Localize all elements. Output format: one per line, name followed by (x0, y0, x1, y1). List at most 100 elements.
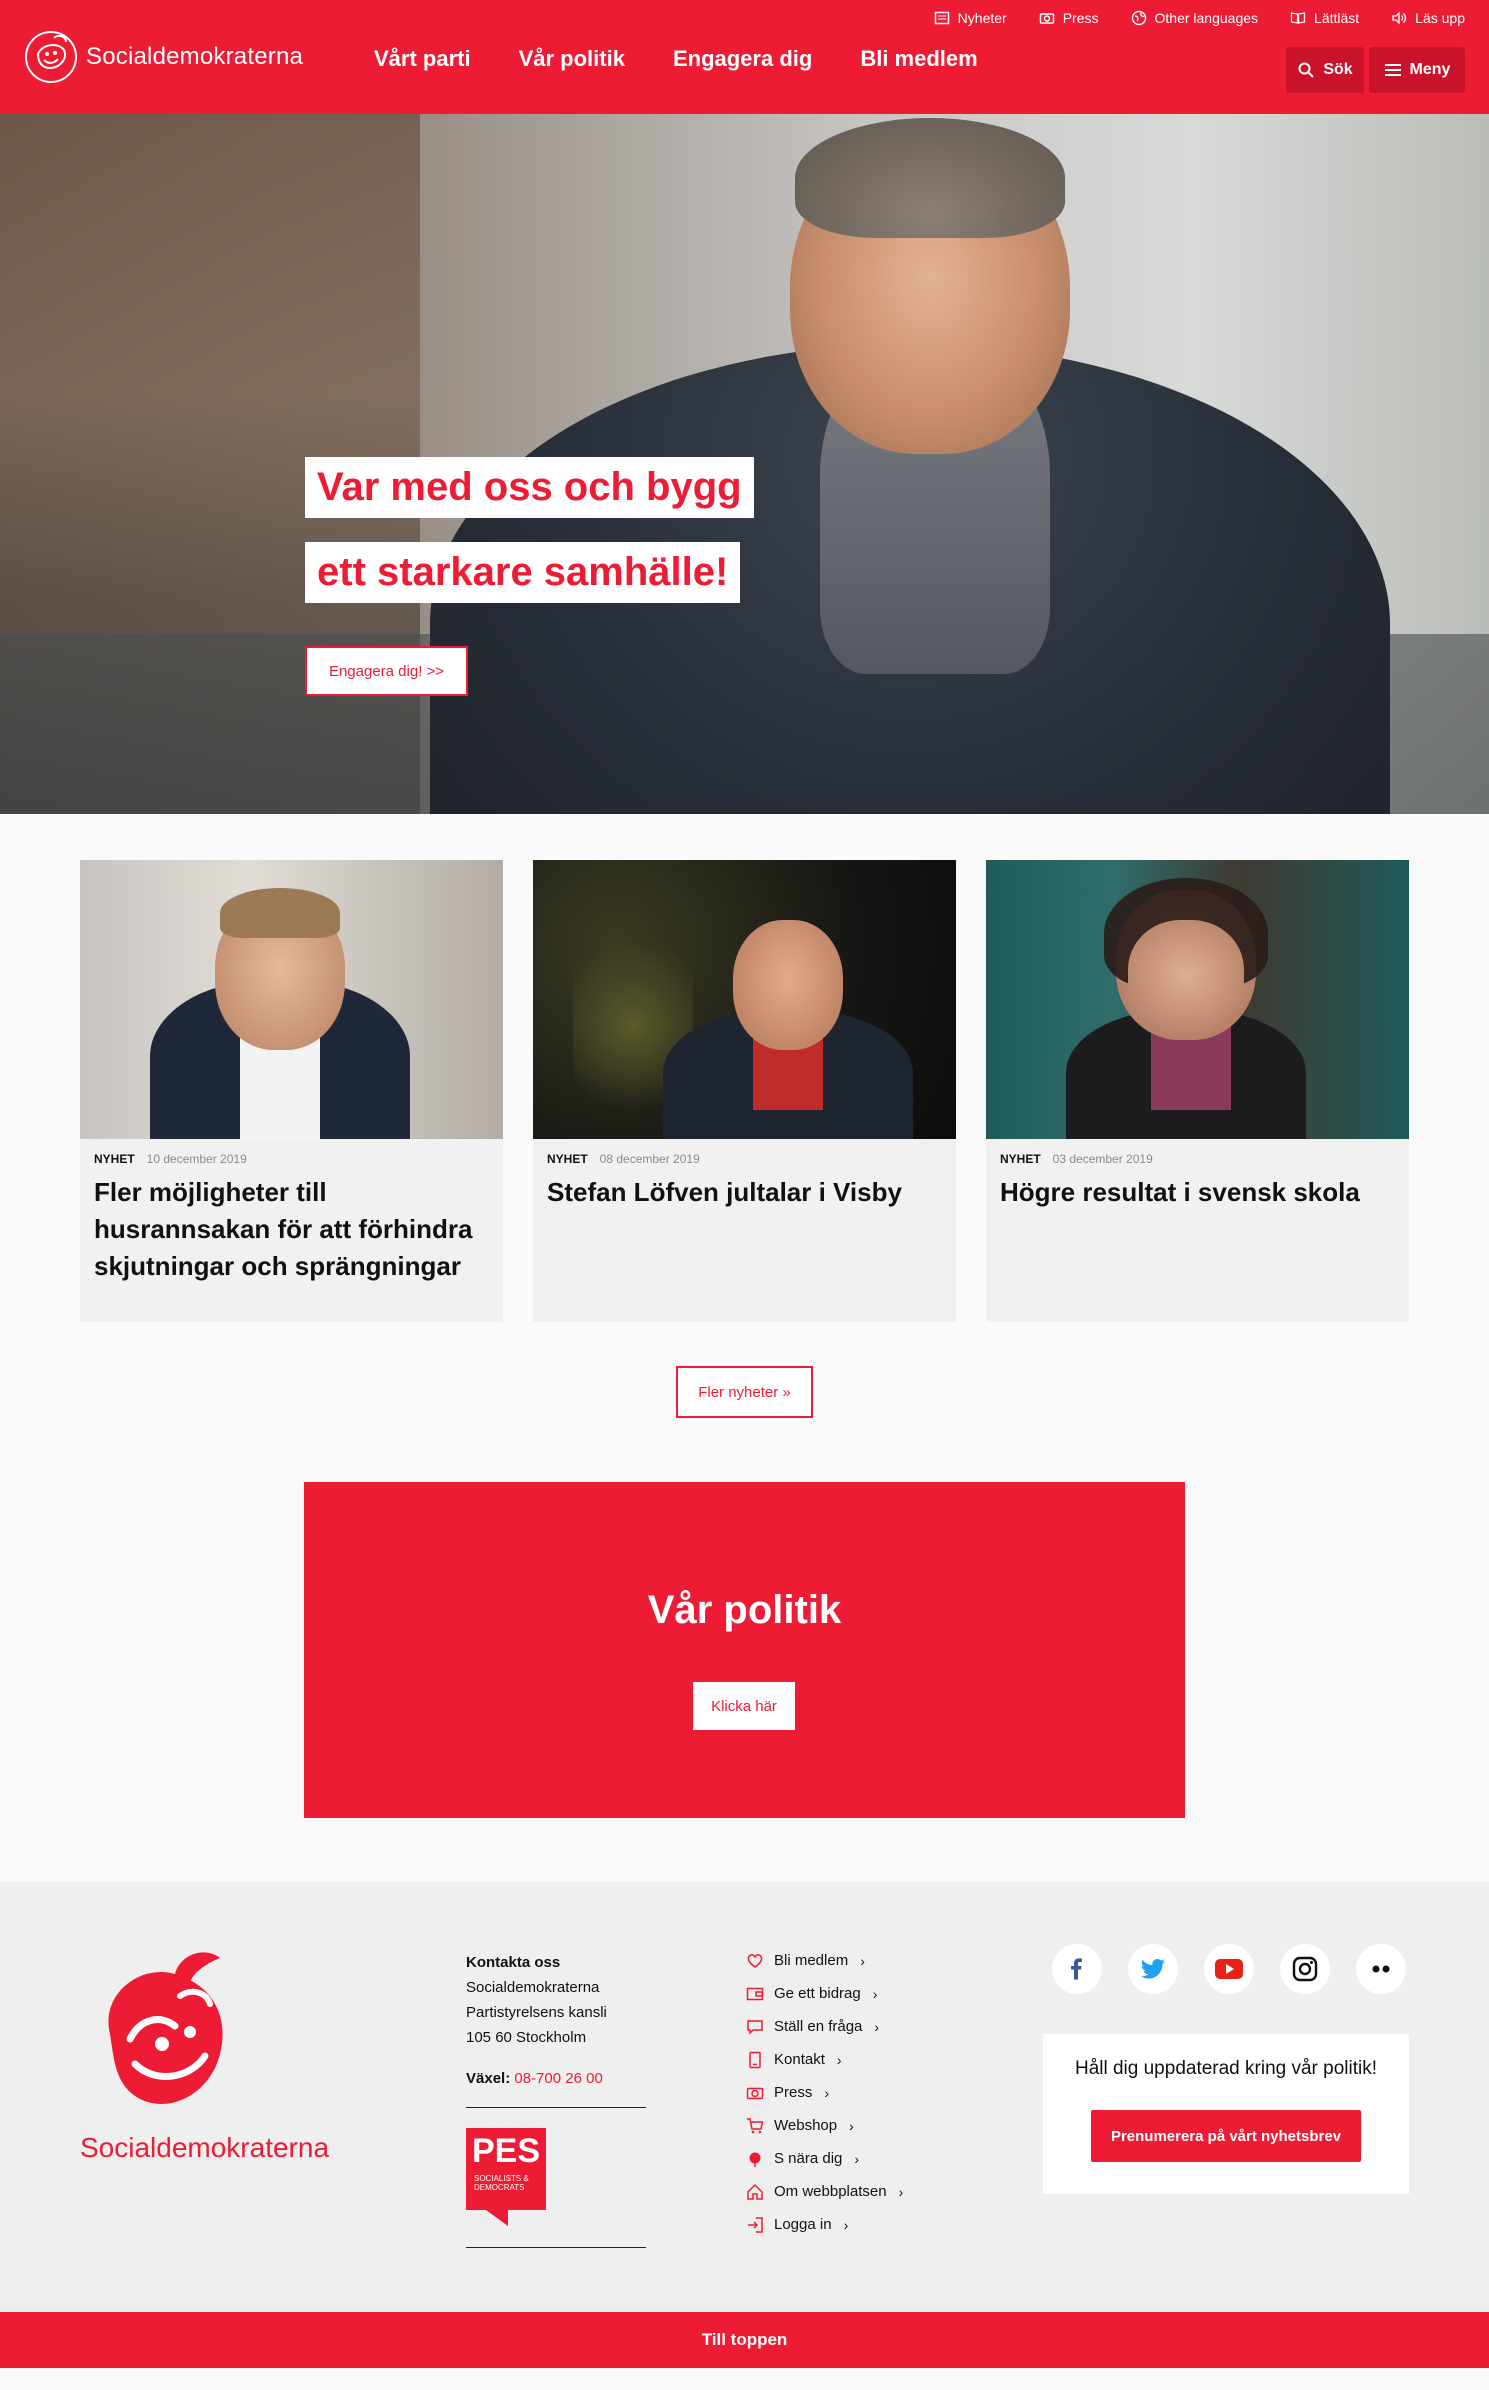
twitter-icon (1141, 1959, 1165, 1979)
news-photo (986, 860, 1409, 1139)
chat-icon (747, 2019, 763, 2035)
hero-headline-line1: Var med oss och bygg (305, 457, 754, 518)
phone-icon (749, 2051, 761, 2068)
more-news-button[interactable]: Fler nyheter » (676, 1366, 813, 1418)
hero-banner: Var med oss och bygg ett starkare samhäl… (0, 114, 1489, 814)
search-label: Sök (1323, 61, 1353, 78)
pes-small1: SOCIALISTS & (474, 2174, 529, 2183)
news-tag: NYHET (94, 1152, 135, 1166)
footer-link-stall-en-fraga[interactable]: Ställ en fråga › (746, 2010, 903, 2043)
divider (466, 2247, 646, 2248)
news-meta: NYHET 10 december 2019 (94, 1152, 247, 1166)
footer-link-label: Kontakt (774, 2051, 825, 2068)
footer-link-label: Press (774, 2084, 813, 2101)
newsletter-subscribe-button[interactable]: Prenumerera på vårt nyhetsbrev (1091, 2110, 1361, 2162)
wallet-icon (746, 1987, 764, 2000)
heart-icon (747, 1953, 763, 1968)
footer-link-label: Ge ett bidrag (774, 1985, 861, 2002)
flickr-button[interactable] (1356, 1944, 1406, 1994)
topbar-label: Other languages (1154, 10, 1259, 26)
hero-headline-line2: ett starkare samhälle! (305, 542, 741, 603)
back-to-top-button[interactable]: Till toppen (0, 2312, 1489, 2368)
topbar-label: Lättläst (1314, 10, 1360, 26)
promo-title: Vår politik (647, 1588, 842, 1632)
topbar-label: Läs upp (1415, 10, 1465, 26)
footer-link-webshop[interactable]: Webshop › (746, 2109, 903, 2142)
pes-small2: DEMOCRATS (474, 2183, 525, 2192)
topbar-press[interactable]: Press (1039, 10, 1099, 26)
pes-big: PES (472, 2132, 541, 2170)
news-card[interactable]: NYHET 03 december 2019 Högre resultat i … (986, 860, 1409, 1322)
cart-icon (747, 2117, 764, 2133)
main-nav: Vårt parti Vår politik Engagera dig Bli … (374, 46, 978, 72)
news-card[interactable]: NYHET 10 december 2019 Fler möjligheter … (80, 860, 503, 1322)
instagram-button[interactable] (1280, 1944, 1330, 1994)
chevron-right-icon: › (836, 2051, 842, 2068)
nav-var-politik[interactable]: Vår politik (519, 46, 625, 72)
news-tag: NYHET (547, 1152, 588, 1166)
footer-links: Bli medlem › Ge ett bidrag › Ställ en fråg… (746, 1944, 903, 2241)
footer-link-om-webbplatsen[interactable]: Om webbplatsen › (746, 2175, 903, 2208)
pes-tail (486, 2210, 508, 2226)
social-links (1052, 1944, 1406, 1994)
topbar-las-upp[interactable]: Läs upp (1391, 10, 1465, 26)
footer-link-press[interactable]: Press › (746, 2076, 903, 2109)
utility-nav: Nyheter Press Other languages Lättläst L… (934, 10, 1465, 26)
news-photo (80, 860, 503, 1139)
instagram-icon (1292, 1956, 1318, 1982)
nav-engagera-dig[interactable]: Engagera dig (673, 46, 812, 72)
promo-button[interactable]: Klicka här (693, 1682, 795, 1730)
contact-line: 105 60 Stockholm (466, 2029, 587, 2046)
contact-info: Kontakta oss Socialdemokraterna Partisty… (466, 1950, 607, 2091)
search-button[interactable]: Sök (1286, 47, 1364, 93)
phone-link[interactable]: 08-700 26 00 (514, 2070, 602, 2087)
footer-link-label: Webshop (774, 2117, 838, 2134)
login-icon (748, 2216, 763, 2233)
topbar-label: Nyheter (957, 10, 1007, 26)
menu-button[interactable]: Meny (1369, 47, 1465, 93)
site-footer: Socialdemokraterna Kontakta oss Socialde… (0, 1882, 1489, 2312)
rose-logo-icon (25, 31, 77, 83)
news-title[interactable]: Fler möjligheter till husrannsakan för a… (94, 1174, 489, 1285)
news-photo (533, 860, 956, 1139)
footer-link-kontakt[interactable]: Kontakt › (746, 2043, 903, 2076)
contact-line: Socialdemokraterna (466, 1979, 600, 1996)
topbar-nyheter[interactable]: Nyheter (934, 10, 1007, 26)
search-icon (1298, 62, 1315, 78)
pes-logo[interactable]: PES SOCIALISTS & DEMOCRATS (466, 2128, 546, 2226)
contact-line: Partistyrelsens kansli (466, 2004, 607, 2021)
news-title[interactable]: Högre resultat i svensk skola (1000, 1174, 1395, 1211)
news-title[interactable]: Stefan Löfven jultalar i Visby (547, 1174, 942, 1211)
book-icon (1290, 12, 1306, 24)
newsletter-text: Håll dig uppdaterad kring vår politik! (1074, 2058, 1378, 2079)
speaker-icon (1392, 11, 1407, 25)
youtube-button[interactable] (1204, 1944, 1254, 1994)
site-logo[interactable]: Socialdemokraterna (24, 30, 303, 84)
chevron-right-icon: › (849, 2117, 854, 2134)
nav-vart-parti[interactable]: Vårt parti (374, 46, 471, 72)
footer-link-logga-in[interactable]: Logga in › (746, 2208, 903, 2241)
chevron-right-icon: › (898, 2183, 904, 2200)
site-header: Socialdemokraterna Nyheter Press Other l… (0, 0, 1489, 114)
footer-link-bli-medlem[interactable]: Bli medlem › (746, 1944, 903, 1977)
topbar-other-languages[interactable]: Other languages (1131, 10, 1259, 26)
hero-cta-button[interactable]: Engagera dig! >> (305, 646, 468, 696)
youtube-icon (1215, 1959, 1243, 1979)
chevron-right-icon: › (860, 1952, 865, 1969)
newsletter-box: Håll dig uppdaterad kring vår politik! P… (1043, 2034, 1409, 2194)
nav-bli-medlem[interactable]: Bli medlem (860, 46, 977, 72)
chevron-right-icon: › (843, 2216, 849, 2233)
hero-person-hair (795, 118, 1065, 238)
twitter-button[interactable] (1128, 1944, 1178, 1994)
news-card[interactable]: NYHET 08 december 2019 Stefan Löfven jul… (533, 860, 956, 1322)
topbar-lattlast[interactable]: Lättläst (1290, 10, 1359, 26)
footer-link-ge-ett-bidrag[interactable]: Ge ett bidrag › (746, 1977, 903, 2010)
news-meta: NYHET 08 december 2019 (547, 1152, 700, 1166)
menu-label: Meny (1409, 61, 1451, 78)
footer-link-s-nara-dig[interactable]: S nära dig › (746, 2142, 903, 2175)
footer-link-label: S nära dig (774, 2150, 843, 2167)
facebook-button[interactable] (1052, 1944, 1102, 1994)
contact-heading: Kontakta oss (466, 1954, 561, 1971)
footer-logo-text[interactable]: Socialdemokraterna (80, 2132, 329, 2164)
camera-icon (1039, 13, 1054, 24)
